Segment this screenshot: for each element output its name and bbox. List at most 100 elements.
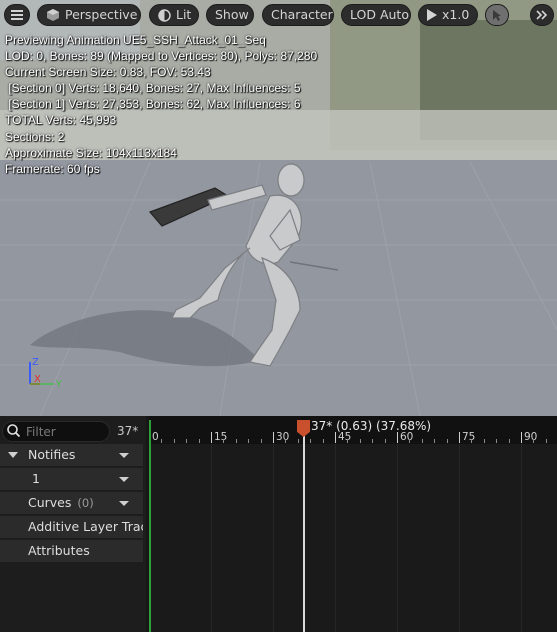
start-marker bbox=[149, 420, 151, 632]
grid-line bbox=[397, 444, 398, 632]
ruler-minor-tick bbox=[173, 439, 175, 443]
character-button[interactable]: Character bbox=[262, 4, 334, 26]
stats-total-verts: TOTAL Verts: 45,993 bbox=[5, 113, 117, 128]
double-chevron-right-icon bbox=[536, 10, 548, 20]
play-icon bbox=[427, 9, 437, 21]
lit-label: Lit bbox=[176, 7, 192, 22]
track-attributes[interactable]: Attributes bbox=[0, 540, 143, 562]
ruler-minor-tick bbox=[198, 439, 200, 443]
curves-label-group: Curves (0) bbox=[28, 492, 94, 514]
grid-line bbox=[521, 444, 522, 632]
track-list: Filter 37* Notifies 1 Curves (0) Additive… bbox=[0, 416, 146, 632]
stats-sections: Sections: 2 bbox=[5, 129, 65, 144]
ruler-label: 0 bbox=[152, 431, 159, 443]
curves-count: (0) bbox=[77, 496, 94, 510]
track-notify-1[interactable]: 1 bbox=[0, 468, 143, 490]
ruler-minor-tick bbox=[434, 439, 436, 443]
playback-speed-button[interactable]: x1.0 bbox=[418, 4, 478, 26]
character-label: Character bbox=[271, 7, 333, 22]
ruler-label: 75 bbox=[462, 431, 476, 443]
ruler-tick bbox=[211, 432, 212, 443]
ruler-minor-tick bbox=[496, 439, 498, 443]
playhead-line[interactable] bbox=[303, 434, 305, 632]
ruler-minor-tick bbox=[186, 439, 188, 443]
ruler-minor-tick bbox=[471, 439, 473, 443]
grid-line bbox=[335, 444, 336, 632]
hamburger-icon bbox=[11, 10, 23, 20]
stats-animation: Previewing Animation UE5_SSH_Attack_01_S… bbox=[5, 33, 266, 47]
timeline-area[interactable]: 0 15 30 45 60 75 90 37* (0.63) (37.68%) bbox=[149, 416, 557, 632]
viewport-menu-button[interactable] bbox=[4, 4, 30, 26]
grid-line bbox=[273, 444, 274, 632]
ruler-minor-tick bbox=[161, 439, 163, 443]
cursor-icon bbox=[492, 9, 502, 22]
stats-section-0: [Section 0] Verts: 18,640, Bones: 27, Ma… bbox=[5, 81, 301, 96]
perspective-button[interactable]: Perspective bbox=[37, 4, 141, 26]
axis-z-label: Z bbox=[32, 357, 39, 368]
select-mode-button[interactable] bbox=[485, 4, 509, 26]
axis-gizmo: Z X Y bbox=[29, 357, 62, 390]
ruler-tick bbox=[459, 432, 460, 443]
lod-button[interactable]: LOD Auto bbox=[341, 4, 411, 26]
track-curves[interactable]: Curves (0) bbox=[0, 492, 143, 514]
lit-sphere-icon bbox=[158, 8, 171, 22]
ruler-minor-tick bbox=[446, 439, 448, 443]
notify-track-label: 1 bbox=[32, 471, 40, 486]
ruler-minor-tick bbox=[384, 439, 386, 443]
grid-line bbox=[211, 444, 212, 632]
ruler-minor-tick bbox=[359, 439, 361, 443]
additive-layer-label: Additive Layer Trac bbox=[28, 519, 143, 534]
ruler-minor-tick bbox=[483, 439, 485, 443]
axis-y-label: Y bbox=[55, 380, 62, 390]
playhead-label: 37* (0.63) (37.68%) bbox=[311, 419, 432, 433]
expand-triangle-icon[interactable] bbox=[8, 452, 18, 458]
stats-screen-size: Current Screen Size: 0.83, FOV: 53.43 bbox=[5, 65, 211, 80]
ruler-tick bbox=[335, 432, 336, 443]
track-notifies[interactable]: Notifies bbox=[0, 444, 143, 466]
notifies-label: Notifies bbox=[28, 447, 76, 462]
ruler-minor-tick bbox=[260, 439, 262, 443]
perspective-label: Perspective bbox=[65, 7, 138, 22]
current-frame-display: 37* bbox=[117, 424, 139, 438]
lod-label: LOD Auto bbox=[350, 7, 409, 22]
stats-section-1: [Section 1] Verts: 27,353, Bones: 62, Ma… bbox=[5, 97, 301, 112]
axis-x-label: X bbox=[34, 374, 41, 385]
show-button[interactable]: Show bbox=[206, 4, 254, 26]
ruler-minor-tick bbox=[545, 439, 547, 443]
chevron-down-icon[interactable] bbox=[119, 477, 129, 482]
ruler-minor-tick bbox=[322, 439, 324, 443]
cube-icon bbox=[46, 8, 60, 22]
curves-label: Curves bbox=[28, 495, 72, 510]
stats-lod: LOD: 0, Bones: 89 (Mapped to Vertices: 8… bbox=[5, 49, 318, 64]
ruler-tick bbox=[521, 432, 522, 443]
ruler-minor-tick bbox=[372, 439, 374, 443]
lit-button[interactable]: Lit bbox=[149, 4, 199, 26]
ruler-minor-tick bbox=[508, 439, 510, 443]
grid-line bbox=[459, 444, 460, 632]
ruler-minor-tick bbox=[248, 439, 250, 443]
ruler-label: 15 bbox=[214, 431, 228, 443]
chevron-down-icon[interactable] bbox=[119, 453, 129, 458]
ruler-minor-tick bbox=[421, 439, 423, 443]
search-icon bbox=[7, 422, 21, 441]
ruler-minor-tick bbox=[533, 439, 535, 443]
track-additive-layer[interactable]: Additive Layer Trac bbox=[0, 516, 143, 538]
animation-viewport[interactable]: Perspective Lit Show Character LOD Auto … bbox=[0, 0, 557, 416]
filter-input[interactable]: Filter bbox=[2, 421, 110, 442]
filter-placeholder: Filter bbox=[26, 424, 56, 439]
viewport-stats: Previewing Animation UE5_SSH_Attack_01_S… bbox=[5, 32, 317, 177]
overflow-button[interactable] bbox=[530, 4, 554, 26]
ruler-tick bbox=[397, 432, 398, 443]
ruler-minor-tick bbox=[285, 439, 287, 443]
ruler-minor-tick bbox=[223, 439, 225, 443]
sequence-timeline-panel: Filter 37* Notifies 1 Curves (0) Additive… bbox=[0, 416, 557, 632]
attributes-label: Attributes bbox=[28, 543, 90, 558]
ruler-label: 90 bbox=[524, 431, 538, 443]
playback-speed-label: x1.0 bbox=[442, 7, 470, 22]
ruler-tick bbox=[273, 432, 274, 443]
ruler-label: 30 bbox=[276, 431, 290, 443]
ruler-minor-tick bbox=[409, 439, 411, 443]
chevron-down-icon[interactable] bbox=[119, 501, 129, 506]
show-label: Show bbox=[215, 7, 249, 22]
ruler-minor-tick bbox=[297, 439, 299, 443]
